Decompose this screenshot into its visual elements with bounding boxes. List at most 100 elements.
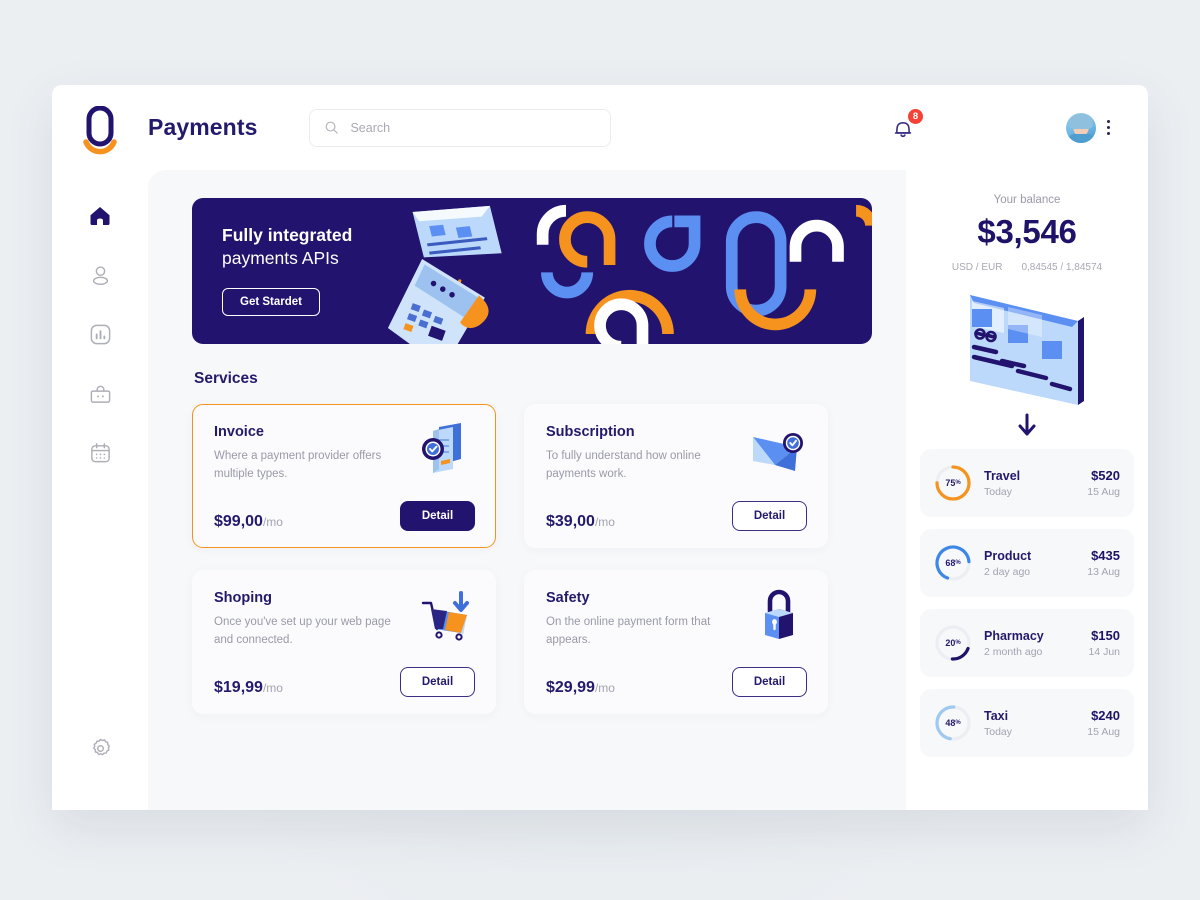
home-icon	[90, 207, 110, 225]
transaction-info: Pharmacy 2 month ago	[984, 629, 1088, 658]
service-footer: $99,00/mo Detail	[214, 501, 475, 531]
page-title: Payments	[148, 114, 258, 140]
transactions-list: 75% Travel Today $520 15 Aug 68 % Produc…	[920, 449, 1134, 757]
envelope-check-icon	[753, 433, 803, 471]
sidebar-footer	[52, 731, 148, 765]
notifications-button[interactable]: 8	[890, 107, 924, 141]
shopping-cart-icon	[421, 591, 469, 641]
transaction-amount: $150	[1091, 628, 1120, 643]
bag-icon	[90, 385, 110, 403]
transaction-when: Today	[984, 485, 1013, 498]
progress-percent: 68%	[945, 558, 961, 568]
app-window: Payments 8	[52, 85, 1148, 810]
kebab-dot	[1107, 126, 1110, 129]
service-price-value: $39,00	[546, 513, 595, 530]
transaction-when: 2 month ago	[984, 645, 1043, 658]
user-icon	[92, 265, 108, 285]
service-footer: $39,00/mo Detail	[546, 501, 807, 531]
service-card-safety[interactable]: Safety On the online payment form that a…	[524, 570, 828, 714]
service-description: Where a payment provider offers multiple…	[214, 450, 382, 480]
transaction-info: Taxi Today	[984, 709, 1087, 738]
transaction-name: Pharmacy	[984, 628, 1044, 643]
main-region: Payments 8	[148, 85, 1148, 810]
search-box[interactable]	[309, 108, 612, 147]
transaction-meta: $520 15 Aug	[1087, 468, 1120, 498]
service-price-period: /mo	[594, 515, 615, 529]
transaction-amount: $240	[1091, 708, 1120, 723]
hero-title-line1: Fully integrated	[222, 225, 353, 245]
search-input[interactable]	[350, 120, 597, 135]
transaction-name: Taxi	[984, 708, 1009, 723]
hero-banner: Fully integrated payments APIs Get Stard…	[192, 198, 872, 344]
sidebar-item-home[interactable]	[78, 199, 122, 233]
service-description: On the online payment form that appears.	[546, 616, 711, 646]
service-detail-button[interactable]: Detail	[400, 501, 475, 531]
sidebar-nav	[78, 199, 122, 469]
progress-ring: 75%	[933, 463, 973, 503]
list-item[interactable]: 68% Product 2 day ago $435 13 Aug	[920, 529, 1134, 597]
sidebar	[52, 85, 148, 810]
service-price: $19,99/mo	[214, 679, 283, 697]
transaction-meta: $240 15 Aug	[1087, 708, 1120, 738]
progress-percent: 75%	[945, 478, 961, 488]
service-price-value: $99,00	[214, 513, 263, 530]
balance-amount: $3,546	[977, 213, 1077, 250]
list-item[interactable]: 20% Pharmacy 2 month ago $150 14 Jun	[920, 609, 1134, 677]
progress-ring: 68%	[933, 543, 973, 583]
progress-ring: 20%	[933, 623, 973, 663]
currency-pair-label: USD / EUR	[951, 262, 1003, 273]
list-item[interactable]: 75% Travel Today $520 15 Aug	[920, 449, 1134, 517]
list-item[interactable]: 48% Taxi Today $240 15 Aug	[920, 689, 1134, 757]
sidebar-item-profile[interactable]	[78, 258, 122, 292]
transaction-amount: $520	[1091, 468, 1120, 483]
service-detail-button[interactable]: Detail	[732, 667, 807, 697]
service-card-invoice[interactable]: Invoice Where a payment provider offers …	[192, 404, 496, 548]
transaction-when: 2 day ago	[984, 565, 1031, 578]
transaction-info: Travel Today	[984, 469, 1087, 498]
services-grid: Invoice Where a payment provider offers …	[192, 404, 872, 714]
service-price-period: /mo	[262, 681, 283, 695]
kebab-dot	[1107, 120, 1110, 123]
notification-badge: 8	[907, 107, 924, 125]
service-detail-button[interactable]: Detail	[400, 667, 475, 697]
transaction-when: Today	[984, 725, 1013, 738]
avatar-hood	[1069, 114, 1093, 130]
sidebar-item-settings[interactable]	[78, 731, 122, 765]
currency-pair-value: 0,84545 / 1,84574	[1021, 262, 1103, 273]
service-detail-button[interactable]: Detail	[732, 501, 807, 531]
transaction-date: 13 Aug	[1087, 566, 1120, 578]
sidebar-item-wallet[interactable]	[78, 376, 122, 410]
get-started-button[interactable]: Get Stardet	[222, 287, 320, 316]
transaction-name: Travel	[984, 468, 1021, 483]
transaction-amount: $435	[1091, 548, 1120, 563]
progress-value: 68	[945, 558, 956, 568]
transaction-info: Product 2 day ago	[984, 549, 1087, 578]
service-price: $29,99/mo	[546, 679, 615, 697]
topbar: Payments 8	[148, 85, 1148, 170]
service-card-subscription[interactable]: Subscription To fully understand how onl…	[524, 404, 828, 548]
service-price: $99,00/mo	[214, 513, 283, 531]
app-logo[interactable]	[77, 105, 123, 157]
service-price-period: /mo	[594, 681, 615, 695]
calendar-icon	[90, 442, 110, 462]
transaction-name: Product	[984, 548, 1032, 563]
progress-value: 20	[945, 638, 956, 648]
service-price-value: $19,99	[214, 679, 263, 696]
bar-chart-icon	[90, 324, 110, 344]
hero-title: Fully integrated payments APIs	[222, 224, 842, 271]
service-footer: $19,99/mo Detail	[214, 667, 475, 697]
service-description: Once you've set up your web page and con…	[214, 616, 391, 646]
service-price-value: $29,99	[546, 679, 595, 696]
hero-artwork	[387, 204, 872, 344]
sidebar-item-analytics[interactable]	[78, 317, 122, 351]
progress-value: 75	[945, 478, 956, 488]
progress-percent: 48%	[945, 718, 961, 728]
transaction-date: 15 Aug	[1087, 486, 1120, 498]
sidebar-item-calendar[interactable]	[78, 435, 122, 469]
canvas: Fully integrated payments APIs Get Stard…	[148, 170, 906, 810]
avatar[interactable]	[1066, 112, 1096, 143]
balance-panel: Your balance $3,546 USD / EUR 0,84545 / …	[906, 170, 1148, 810]
kebab-menu-icon[interactable]	[1107, 120, 1110, 135]
avatar-scarf	[1068, 133, 1094, 143]
service-card-shoping[interactable]: Shoping Once you've set up your web page…	[192, 570, 496, 714]
